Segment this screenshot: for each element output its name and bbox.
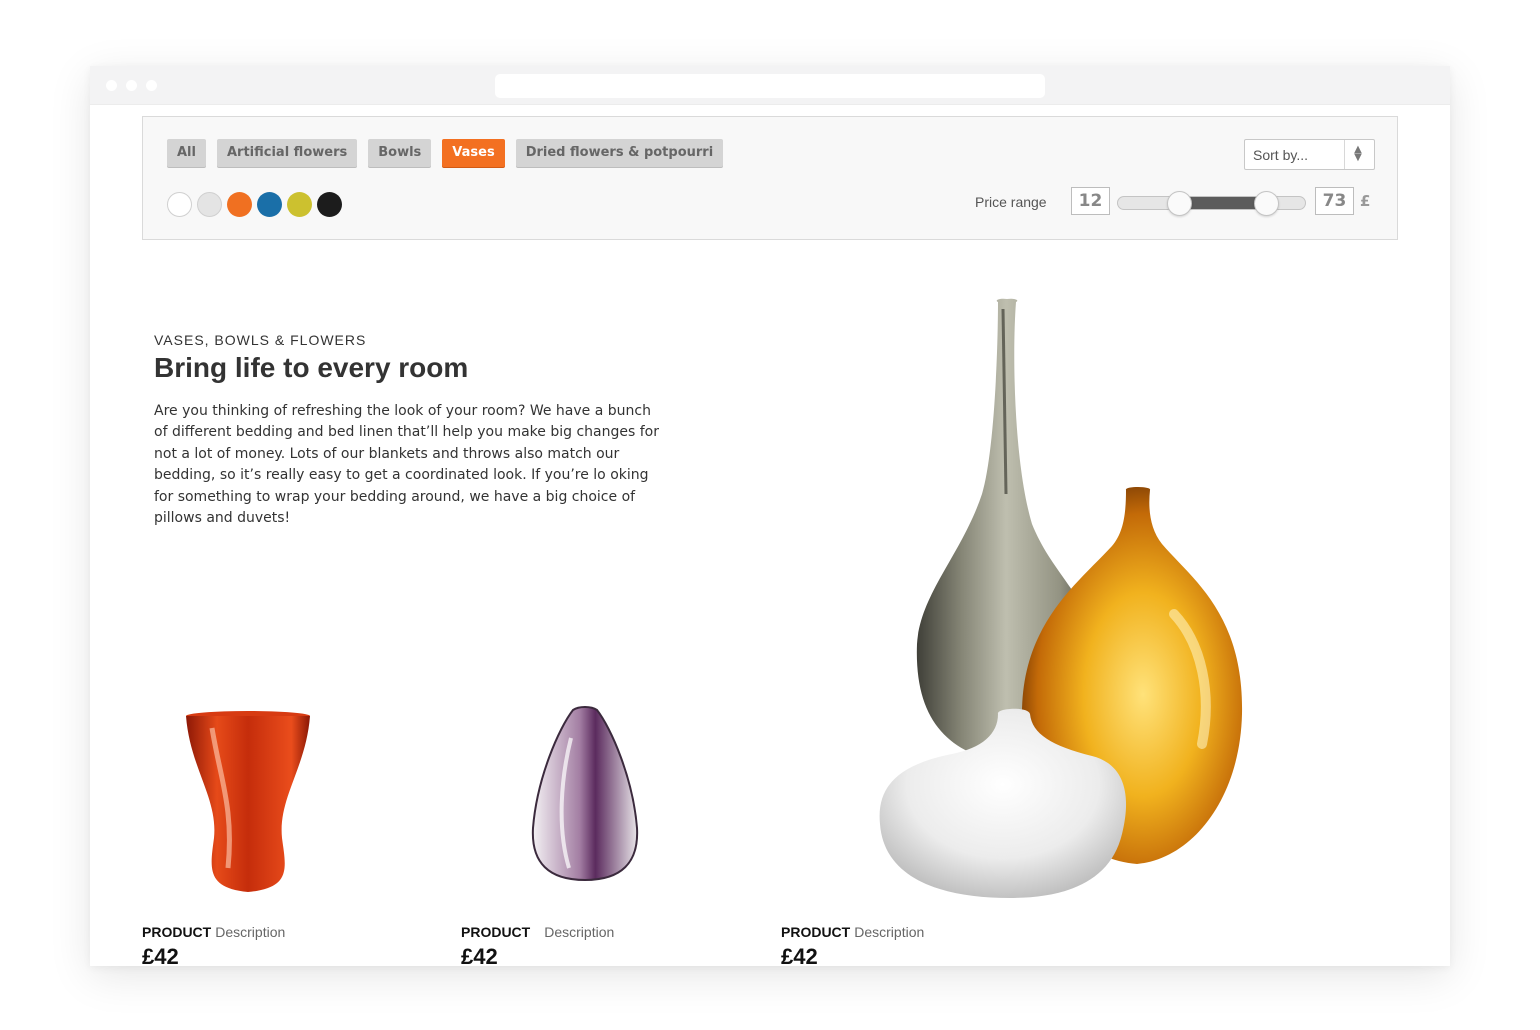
hero-eyebrow: VASES, BOWLS & FLOWERS <box>154 332 367 348</box>
hero-body-text: Are you thinking of refreshing the look … <box>154 403 659 527</box>
sort-select-divider <box>1344 140 1345 169</box>
product-title: PRODUCT Description <box>461 924 614 941</box>
browser-titlebar <box>90 66 1450 105</box>
product-price: £42 <box>461 944 498 966</box>
sort-arrows-icon: ▲ ▼ <box>1354 144 1362 163</box>
category-chip-artificial-flowers[interactable]: Artificial flowers <box>216 139 358 167</box>
color-swatch-blue[interactable] <box>257 192 282 217</box>
color-swatch-orange[interactable] <box>227 192 252 217</box>
hero-vases-image <box>879 298 1243 898</box>
sort-select[interactable]: Sort by... ▲ ▼ <box>1244 139 1375 170</box>
color-swatch-white[interactable] <box>167 192 192 217</box>
price-slider-max-handle[interactable] <box>1253 191 1279 216</box>
category-chip-dried-flowers[interactable]: Dried flowers & potpourri <box>515 139 724 167</box>
product-name: PRODUCT <box>781 924 851 940</box>
product-description: Description <box>854 924 925 940</box>
category-filters: All Artificial flowers Bowls Vases Dried… <box>167 139 724 167</box>
color-swatch-light-grey[interactable] <box>197 192 222 217</box>
price-min-input[interactable]: 12 <box>1071 187 1110 215</box>
color-swatch-yellow[interactable] <box>287 192 312 217</box>
category-chip-vases[interactable]: Vases <box>442 139 505 167</box>
category-chip-all[interactable]: All <box>167 139 206 167</box>
color-filters <box>167 192 342 217</box>
price-range-label: Price range <box>975 194 1047 210</box>
window-minimize-dot[interactable] <box>126 80 137 91</box>
product-name: PRODUCT <box>461 924 531 940</box>
sort-select-label: Sort by... <box>1253 147 1308 163</box>
product-title: PRODUCT Description <box>142 924 285 941</box>
product-image-purple-vase[interactable] <box>461 698 761 908</box>
product-price: £42 <box>781 944 818 966</box>
hero-title: Bring life to every room <box>154 352 469 383</box>
window-close-dot[interactable] <box>106 80 117 91</box>
product-description: Description <box>544 924 615 940</box>
product-description: Description <box>215 924 286 940</box>
color-swatch-black[interactable] <box>317 192 342 217</box>
currency-symbol: £ <box>1360 192 1371 210</box>
product-price: £42 <box>142 944 179 966</box>
price-max-input[interactable]: 73 <box>1315 187 1354 215</box>
browser-window: All Artificial flowers Bowls Vases Dried… <box>90 66 1450 966</box>
product-image-red-vase[interactable] <box>142 698 442 908</box>
window-maximize-dot[interactable] <box>146 80 157 91</box>
product-title: PRODUCT Description <box>781 924 924 941</box>
price-slider-min-handle[interactable] <box>1166 191 1192 216</box>
category-chip-bowls[interactable]: Bowls <box>368 139 432 167</box>
address-bar[interactable] <box>495 74 1045 98</box>
filter-bar: All Artificial flowers Bowls Vases Dried… <box>142 116 1398 240</box>
product-name: PRODUCT <box>142 924 212 940</box>
